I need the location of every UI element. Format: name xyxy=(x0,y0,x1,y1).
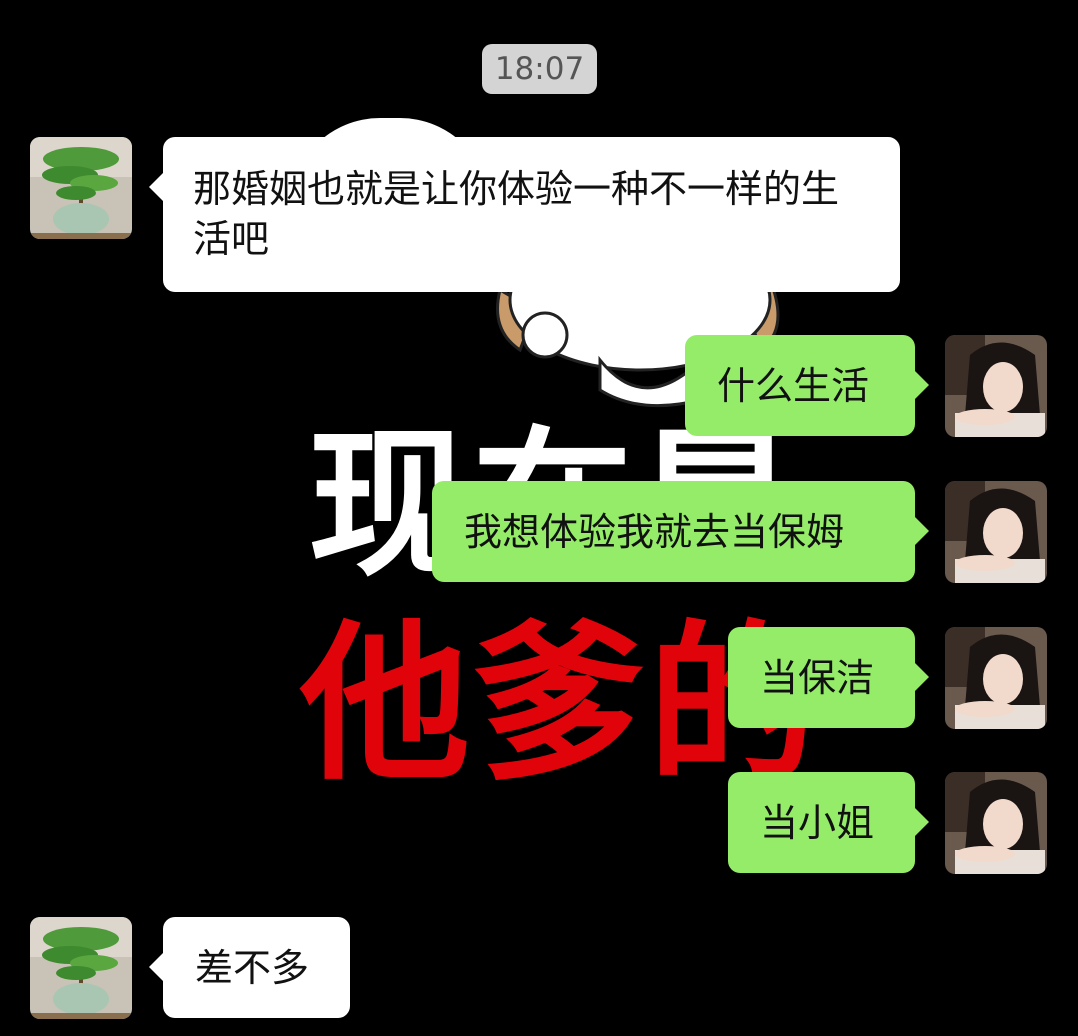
girl-avatar-icon xyxy=(945,481,1047,583)
incoming-message-bubble[interactable]: 差不多 xyxy=(149,917,350,1018)
outgoing-message-bubble[interactable]: 当保洁 xyxy=(728,627,929,728)
message-text: 什么生活 xyxy=(717,364,870,408)
girl-avatar[interactable] xyxy=(945,627,1047,729)
girl-avatar-icon xyxy=(945,335,1047,437)
girl-avatar-icon xyxy=(945,772,1047,874)
message-text: 我想体验我就去当保姆 xyxy=(464,510,845,554)
outgoing-message-bubble[interactable]: 什么生活 xyxy=(685,335,929,436)
outgoing-message-bubble[interactable]: 我想体验我就去当保姆 xyxy=(432,481,929,582)
girl-avatar[interactable] xyxy=(945,481,1047,583)
plant-avatar-icon xyxy=(30,137,132,239)
message-text: 那婚姻也就是让你体验一种不一样的生活吧 xyxy=(193,167,840,261)
message-text: 当保洁 xyxy=(760,656,875,700)
girl-avatar[interactable] xyxy=(945,335,1047,437)
message-timestamp: 18:07 xyxy=(482,44,597,94)
plant-avatar[interactable] xyxy=(30,137,132,239)
girl-avatar-icon xyxy=(945,627,1047,729)
plant-avatar-icon xyxy=(30,917,132,1019)
message-text: 当小姐 xyxy=(760,801,875,845)
outgoing-message-bubble[interactable]: 当小姐 xyxy=(728,772,929,873)
plant-avatar[interactable] xyxy=(30,917,132,1019)
incoming-message-bubble[interactable]: 那婚姻也就是让你体验一种不一样的生活吧 xyxy=(149,137,900,292)
girl-avatar[interactable] xyxy=(945,772,1047,874)
message-text: 差不多 xyxy=(195,946,310,990)
